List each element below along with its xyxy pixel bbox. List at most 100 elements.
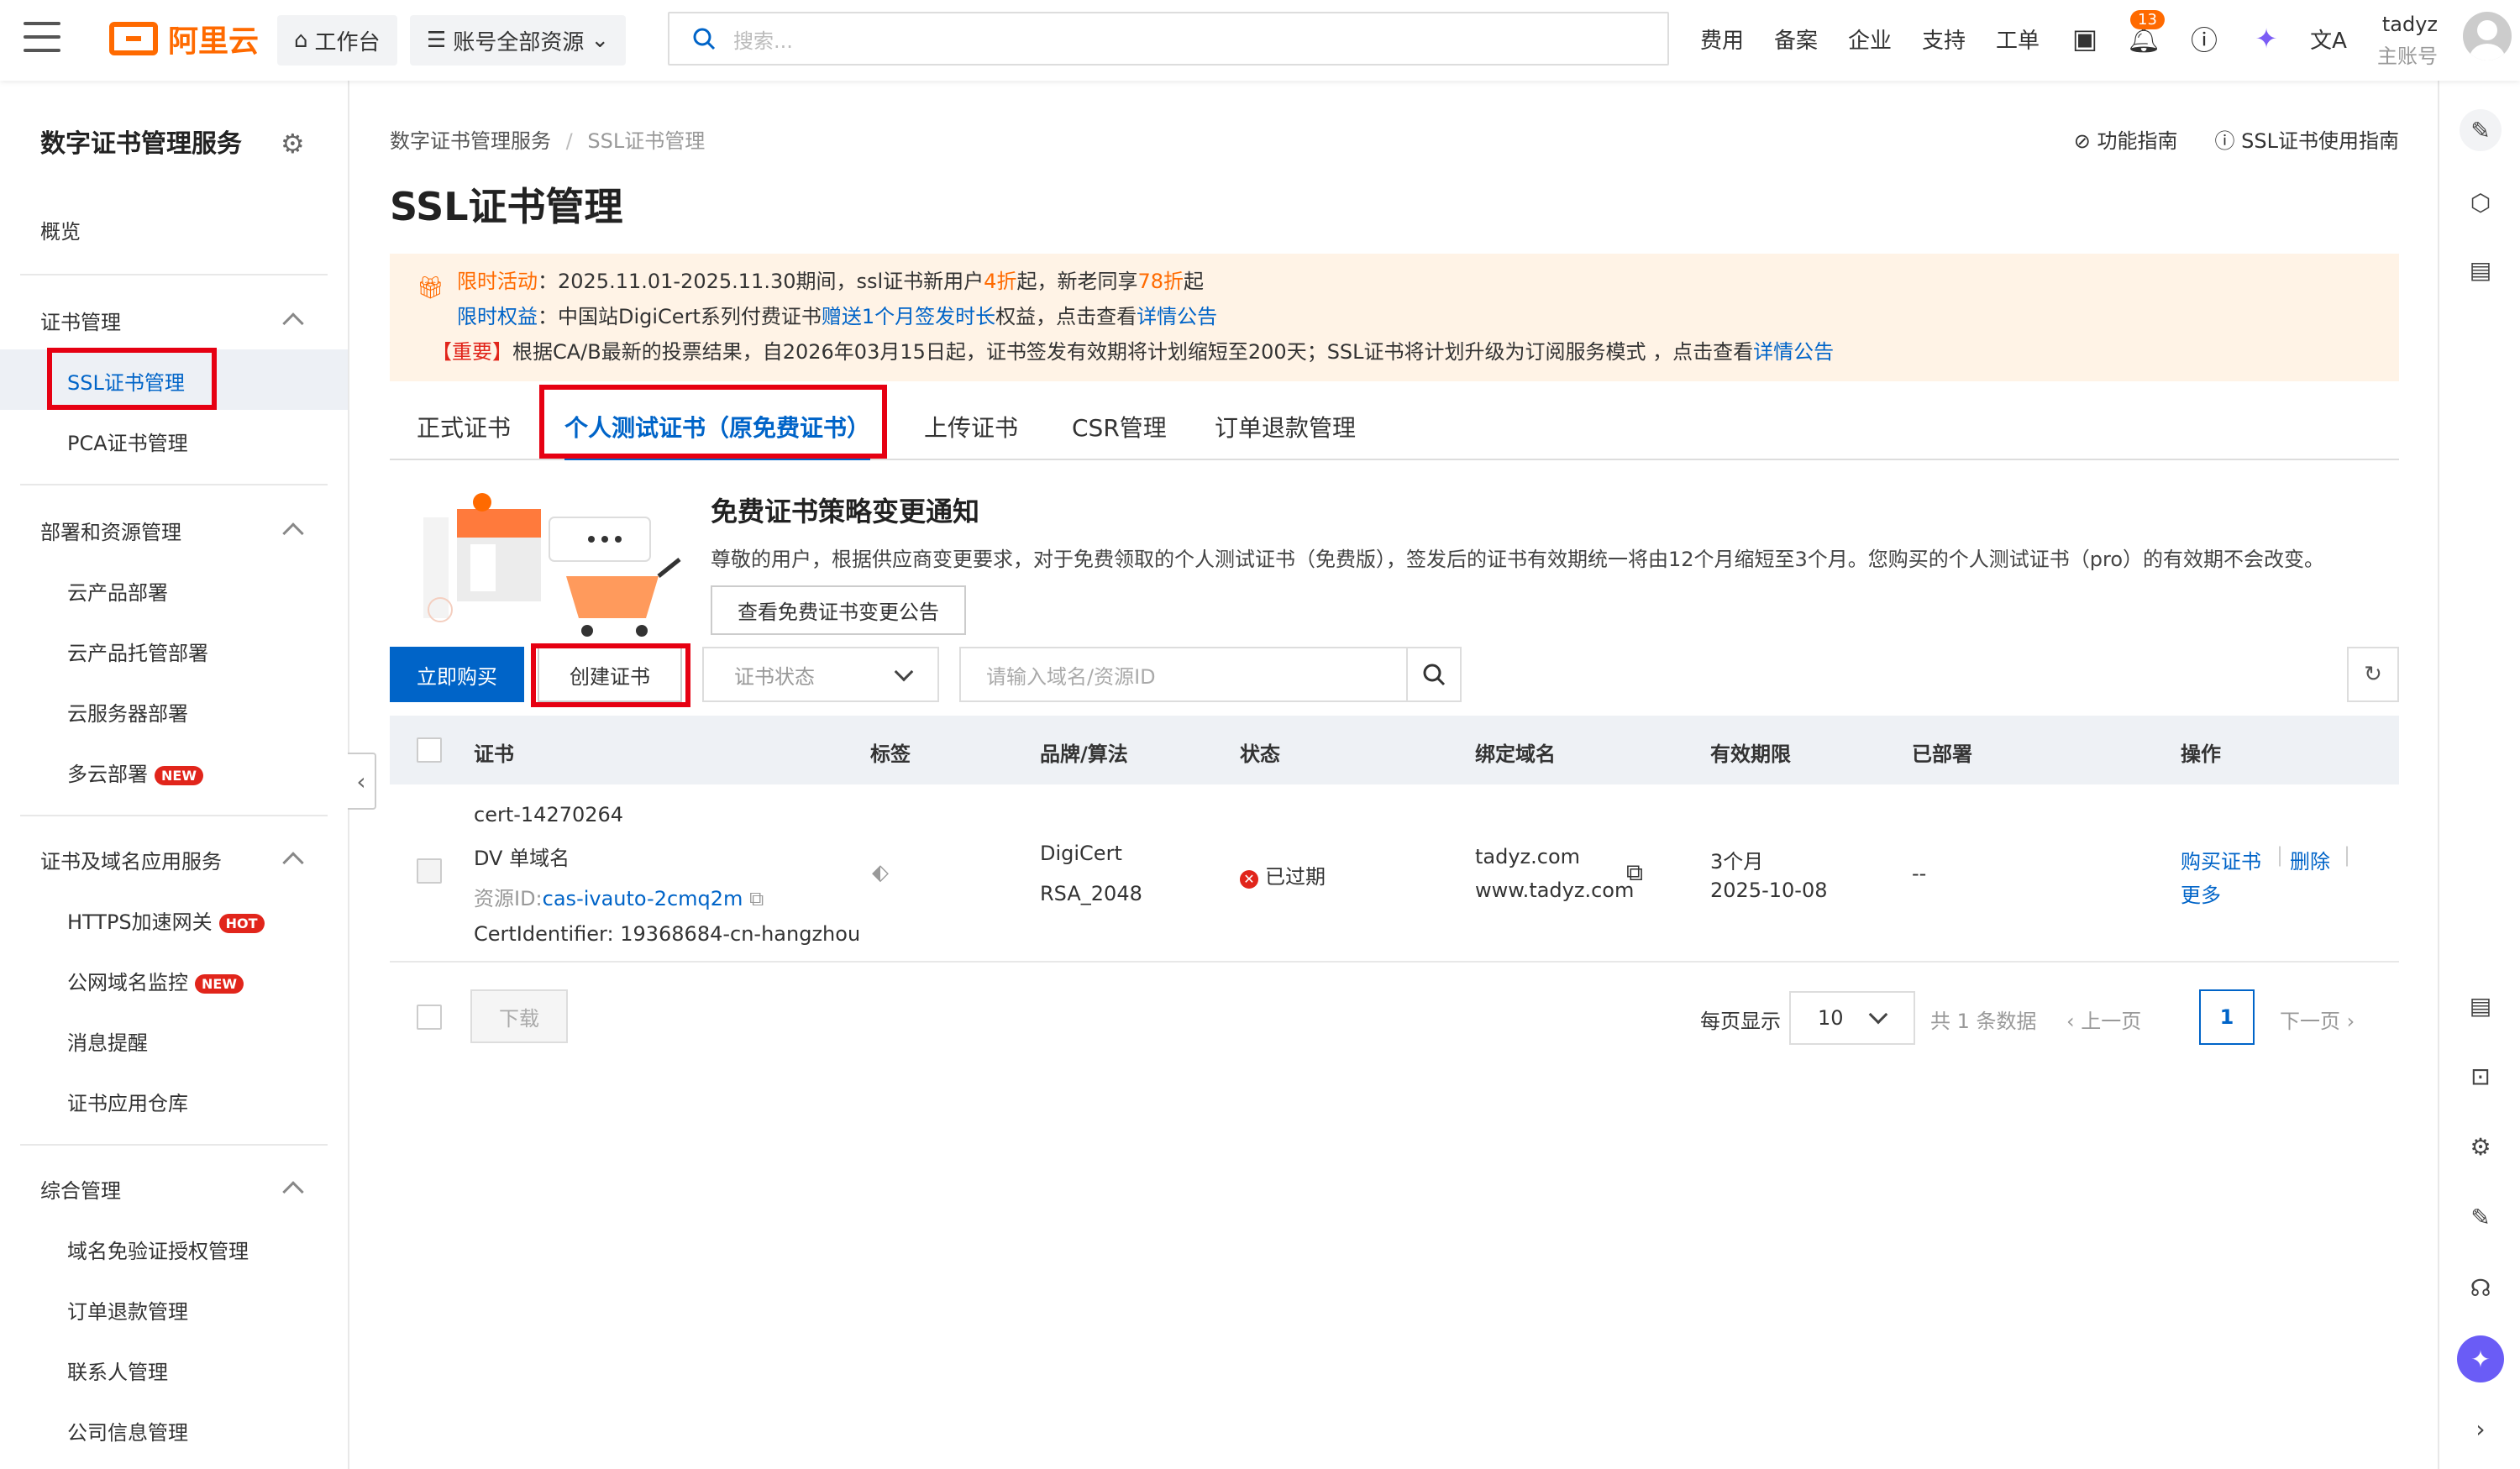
search-button[interactable]	[1406, 647, 1462, 702]
aliyun-logo[interactable]: 阿里云	[109, 15, 259, 62]
shop-illustration	[423, 493, 681, 637]
sidebar-item-contacts[interactable]: 联系人管理	[67, 1356, 168, 1385]
global-search-input[interactable]: 搜索...	[668, 12, 1669, 66]
notes-icon[interactable]: ▤	[2460, 984, 2502, 1026]
total-count: 共 1 条数据	[1930, 1010, 2037, 1033]
sidebar-item-domain-monitor[interactable]: 公网域名监控 NEW	[67, 966, 244, 995]
sidebar-title: 数字证书管理服务	[40, 129, 242, 159]
nav-ticket[interactable]: 工单	[1996, 24, 2040, 55]
domain-search-input[interactable]: 请输入域名/资源ID	[959, 647, 1408, 702]
sidebar-group-admin[interactable]: 综合管理	[40, 1174, 121, 1204]
list-icon: ☰	[427, 28, 447, 53]
sidebar-item-overview[interactable]: 概览	[40, 215, 81, 244]
sidebar-item-pca[interactable]: PCA证书管理	[67, 427, 188, 456]
sidebar-item-multicloud[interactable]: 多云部署 NEW	[67, 758, 203, 787]
bound-domain: tadyz.com	[1475, 845, 1581, 868]
home-icon: ⌂	[294, 28, 308, 53]
refresh-button[interactable]: ↻	[2347, 647, 2399, 702]
help-icon[interactable]: ⓘ	[2186, 20, 2223, 57]
nav-support[interactable]: 支持	[1922, 24, 1966, 55]
edit-icon[interactable]: ✎	[2460, 1196, 2502, 1238]
nav-billing[interactable]: 费用	[1700, 24, 1744, 55]
headset-icon[interactable]: ☊	[2460, 1267, 2502, 1309]
tab-refund[interactable]: 订单退款管理	[1215, 410, 1356, 460]
language-icon[interactable]: 文A	[2310, 20, 2347, 57]
chevron-up-icon[interactable]	[282, 1181, 304, 1203]
sidebar-item-cloud-deploy[interactable]: 云产品部署	[67, 576, 168, 606]
sidebar-item-company[interactable]: 公司信息管理	[67, 1416, 188, 1445]
error-icon: ✕	[1240, 870, 1258, 889]
user-name: tadyz	[2381, 13, 2438, 36]
more-link[interactable]: 更多	[2181, 879, 2221, 908]
notice-link[interactable]: 赠送1个月签发时长	[822, 305, 995, 328]
terminal-icon[interactable]: ▣	[2066, 20, 2103, 57]
tab-upload[interactable]: 上传证书	[924, 410, 1018, 460]
nav-enterprise[interactable]: 企业	[1848, 24, 1892, 55]
pin-icon[interactable]: ✎	[2460, 109, 2502, 151]
copy-icon[interactable]: ⧉	[749, 887, 764, 910]
validity-period: 3个月	[1710, 850, 1764, 874]
resource-id-link[interactable]: cas-ivauto-2cmq2m	[543, 887, 743, 910]
buy-now-button[interactable]: 立即购买	[390, 647, 524, 702]
sidebar-group-deploy[interactable]: 部署和资源管理	[40, 516, 181, 545]
sidebar-item-refund[interactable]: 订单退款管理	[67, 1295, 188, 1325]
bound-domain: www.tadyz.com	[1475, 879, 1635, 902]
page-1-button[interactable]: 1	[2199, 989, 2255, 1045]
document-icon[interactable]: ▤	[2460, 249, 2502, 291]
ssl-guide-link[interactable]: ⓘ SSL证书使用指南	[2215, 124, 2399, 154]
tag-icon[interactable]: ⬖	[872, 860, 889, 885]
tab-official[interactable]: 正式证书	[417, 410, 511, 460]
notification-badge: 13	[2130, 10, 2165, 29]
chevron-up-icon[interactable]	[282, 522, 304, 544]
sidebar-item-https-gw[interactable]: HTTPS加速网关 HOT	[67, 905, 265, 935]
avatar[interactable]	[2463, 12, 2512, 60]
sidebar-item-domain-auth[interactable]: 域名免验证授权管理	[67, 1235, 249, 1264]
feature-guide-link[interactable]: ⊘ 功能指南	[2074, 124, 2178, 154]
chevron-up-icon[interactable]	[282, 852, 304, 874]
ai-assistant-icon[interactable]: ✦	[2457, 1335, 2504, 1382]
workbench-button[interactable]: ⌂ 工作台	[277, 15, 397, 66]
buy-cert-link[interactable]: 购买证书	[2181, 845, 2261, 874]
breadcrumb-item[interactable]: 数字证书管理服务	[390, 129, 551, 153]
delete-link[interactable]: 删除	[2290, 845, 2330, 874]
brand-name: 阿里云	[168, 24, 260, 59]
tab-csr[interactable]: CSR管理	[1072, 410, 1167, 460]
nav-icp[interactable]: 备案	[1774, 24, 1818, 55]
new-badge: NEW	[155, 765, 203, 785]
next-page-button[interactable]: 下一页 ›	[2280, 1005, 2355, 1034]
resources-dropdown[interactable]: ☰ 账号全部资源 ⌄	[410, 15, 627, 66]
prev-page-button[interactable]: ‹ 上一页	[2066, 1005, 2141, 1034]
notice-detail-link[interactable]: 详情公告	[1137, 305, 1217, 328]
cube-icon[interactable]: ⬡	[2460, 181, 2502, 223]
sidebar-item-alerts[interactable]: 消息提醒	[67, 1026, 148, 1056]
chevron-up-icon[interactable]	[282, 312, 304, 334]
api-icon[interactable]: ⊡	[2460, 1055, 2502, 1097]
sidebar-group-cert[interactable]: 证书管理	[40, 306, 121, 335]
gear-icon[interactable]: ⚙	[281, 128, 305, 160]
sidebar-group-apps[interactable]: 证书及域名应用服务	[40, 845, 222, 874]
row-checkbox[interactable]	[417, 858, 442, 884]
select-all-checkbox[interactable]	[417, 737, 442, 763]
settings-icon[interactable]: ⚙	[2460, 1125, 2502, 1167]
breadcrumb-item: SSL证书管理	[587, 129, 706, 153]
page-size-select[interactable]: 10	[1789, 991, 1915, 1045]
user-info[interactable]: tadyz 主账号	[2377, 8, 2438, 72]
highlight-box-ssl	[47, 348, 217, 410]
notice-detail-link[interactable]: 详情公告	[1753, 340, 1834, 364]
resources-label: 账号全部资源	[453, 29, 585, 55]
view-notice-button[interactable]: 查看免费证书变更公告	[711, 585, 966, 635]
ai-assistant-icon[interactable]: ✦	[2248, 20, 2285, 57]
chevron-left-icon: ‹	[356, 767, 366, 795]
chevron-right-icon[interactable]: ›	[2460, 1408, 2502, 1450]
sidebar-item-managed-deploy[interactable]: 云产品托管部署	[67, 637, 208, 666]
menu-icon[interactable]	[24, 22, 60, 55]
sidebar-item-ecs-deploy[interactable]: 云服务器部署	[67, 697, 188, 727]
cert-brand: DigiCert	[1040, 842, 1122, 865]
collapse-sidebar-button[interactable]: ‹	[348, 753, 376, 810]
status-select[interactable]: 证书状态	[702, 647, 939, 702]
select-all-checkbox[interactable]	[417, 1005, 442, 1030]
copy-icon[interactable]: ⧉	[1626, 858, 1643, 887]
right-toolbar: ✎ ⬡ ▤ ▤ ⊡ ⚙ ✎ ☊ ✦ ›	[2438, 81, 2520, 1469]
download-button[interactable]: 下载	[470, 989, 568, 1043]
sidebar-item-repo[interactable]: 证书应用仓库	[67, 1087, 188, 1116]
